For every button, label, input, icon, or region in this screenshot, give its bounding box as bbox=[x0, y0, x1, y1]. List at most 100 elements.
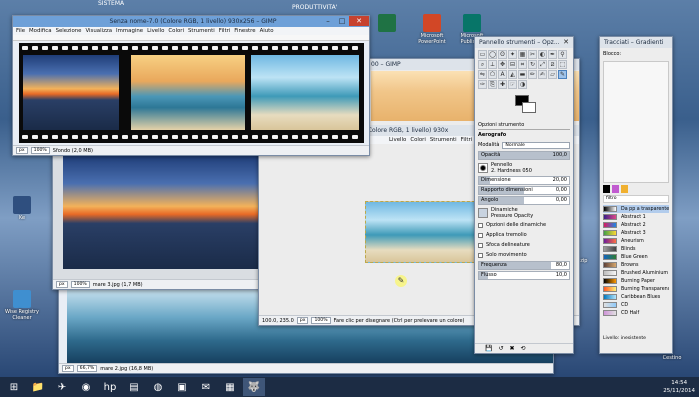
gradient-item[interactable]: Caribbean Blues bbox=[603, 293, 669, 301]
film-strip-canvas[interactable] bbox=[19, 43, 364, 143]
menu-strumenti[interactable]: Strumenti bbox=[188, 27, 215, 35]
pencil-icon[interactable]: ✏ bbox=[528, 70, 537, 79]
desktop-icon-cestino[interactable]: Cestino bbox=[650, 355, 694, 361]
flow-slider[interactable]: Flusso 10,0 bbox=[478, 271, 570, 280]
checkbox[interactable] bbox=[478, 223, 483, 228]
gradient-item[interactable]: CD Half bbox=[603, 309, 669, 317]
heal-icon[interactable]: ✚ bbox=[498, 80, 507, 89]
clone-icon[interactable]: ⎘ bbox=[488, 80, 497, 89]
flip-icon[interactable]: ⇋ bbox=[478, 70, 487, 79]
eraser-icon[interactable]: ▱ bbox=[548, 70, 557, 79]
menu-strumenti[interactable]: Strumenti bbox=[430, 136, 457, 144]
gradient-item[interactable]: Aneurism bbox=[603, 237, 669, 245]
swatch-icon[interactable] bbox=[621, 185, 628, 193]
move-icon[interactable]: ✥ bbox=[498, 60, 507, 69]
menu-finestre[interactable]: Finestre bbox=[234, 27, 255, 35]
swatch-icon[interactable] bbox=[612, 185, 619, 193]
reset-options-icon[interactable]: ⟲ bbox=[521, 345, 526, 352]
zoom-select[interactable]: 66,7% bbox=[76, 365, 98, 372]
dynamics-value[interactable]: Pressure Opacity bbox=[491, 213, 533, 219]
menu-immagine[interactable]: Immagine bbox=[116, 27, 143, 35]
gradient-item[interactable]: Abstract 1 bbox=[603, 213, 669, 221]
crop-icon[interactable]: ⌗ bbox=[518, 60, 527, 69]
rect-select-icon[interactable]: ▭ bbox=[478, 50, 487, 59]
menu-selezione[interactable]: Selezione bbox=[56, 27, 82, 35]
check-motion-only[interactable]: Solo movimento bbox=[478, 251, 570, 260]
ellipse-select-icon[interactable]: ◯ bbox=[488, 50, 497, 59]
desktop-icon-ke[interactable]: Ke bbox=[0, 196, 44, 221]
taskbar-app-icon[interactable]: ✈ bbox=[51, 378, 73, 396]
dodge-icon[interactable]: ◑ bbox=[518, 80, 527, 89]
taskbar-app-icon[interactable]: ▤ bbox=[123, 378, 145, 396]
desktop-icon-excel[interactable] bbox=[365, 14, 409, 33]
delete-options-icon[interactable]: ✖ bbox=[510, 345, 515, 352]
cage-icon[interactable]: ⬠ bbox=[488, 70, 497, 79]
check-smooth[interactable]: Sfoca delineature bbox=[478, 241, 570, 250]
smudge-icon[interactable]: ☞ bbox=[508, 80, 517, 89]
gradient-item[interactable]: Abstract 2 bbox=[603, 221, 669, 229]
zoom-icon[interactable]: ⌕ bbox=[478, 60, 487, 69]
minimize-button[interactable]: – bbox=[321, 16, 335, 26]
menu-visualizza[interactable]: Visualizza bbox=[85, 27, 112, 35]
mode-select[interactable]: Normale bbox=[502, 142, 570, 149]
menu-filtri[interactable]: Filtri bbox=[219, 27, 231, 35]
gradient-item[interactable]: Burning Transparency bbox=[603, 285, 669, 293]
size-slider[interactable]: Dimensione 20,00 bbox=[478, 176, 570, 185]
align-icon[interactable]: ⊟ bbox=[508, 60, 517, 69]
unit-select[interactable]: px bbox=[56, 281, 68, 288]
gradient-item[interactable]: Abstract 3 bbox=[603, 229, 669, 237]
checkbox[interactable] bbox=[478, 253, 483, 258]
gradient-item[interactable]: Blue Green bbox=[603, 253, 669, 261]
gradient-item[interactable]: CD bbox=[603, 301, 669, 309]
brush-value[interactable]: 2. Hardness 050 bbox=[491, 168, 532, 174]
swatch-icon[interactable] bbox=[603, 185, 610, 193]
restore-options-icon[interactable]: ↺ bbox=[498, 345, 503, 352]
ratio-slider[interactable]: Rapporto dimensioni 0,00 bbox=[478, 186, 570, 195]
gradient-item[interactable]: Brushed Aluminium bbox=[603, 269, 669, 277]
taskbar-app-icon[interactable]: ◉ bbox=[75, 378, 97, 396]
clock[interactable]: 14:54 25/11/2014 bbox=[663, 379, 695, 395]
perspective-icon[interactable]: ⬚ bbox=[558, 60, 567, 69]
brush-preview-icon[interactable] bbox=[478, 163, 488, 173]
angle-slider[interactable]: Angolo 0,00 bbox=[478, 196, 570, 205]
checkbox[interactable] bbox=[478, 233, 483, 238]
gradient-item[interactable]: Burning Paper bbox=[603, 277, 669, 285]
zoom-select[interactable]: 100% bbox=[30, 147, 50, 154]
rate-slider[interactable]: Frequenza 80,0 bbox=[478, 261, 570, 270]
dynamics-icon[interactable] bbox=[478, 208, 488, 218]
unit-select[interactable]: px bbox=[296, 317, 309, 324]
shear-icon[interactable]: ⧄ bbox=[548, 60, 557, 69]
start-button[interactable]: ⊞ bbox=[3, 378, 25, 396]
desktop-icon-wise-registry[interactable]: Wise Registry Cleaner bbox=[0, 290, 44, 321]
scissors-icon[interactable]: ✂ bbox=[528, 50, 537, 59]
menu-filtri[interactable]: Filtri bbox=[461, 136, 473, 144]
check-jitter[interactable]: Applica tremolio bbox=[478, 231, 570, 240]
fuzzy-select-icon[interactable]: ✦ bbox=[508, 50, 517, 59]
text-icon[interactable]: A bbox=[498, 70, 507, 79]
save-options-icon[interactable]: 💾 bbox=[485, 345, 492, 352]
zoom-select[interactable]: 100% bbox=[311, 317, 331, 324]
background-color[interactable] bbox=[522, 102, 536, 113]
lasso-icon[interactable]: ʘ bbox=[498, 50, 507, 59]
menu-colori[interactable]: Colori bbox=[168, 27, 184, 35]
gradient-item[interactable]: Da pp a trasparente bbox=[603, 205, 669, 213]
taskbar-app-icon[interactable]: hp bbox=[99, 378, 121, 396]
menu-modifica[interactable]: Modifica bbox=[29, 27, 52, 35]
zoom-select[interactable]: 100% bbox=[70, 281, 90, 288]
unit-select[interactable]: px bbox=[16, 147, 28, 154]
gradient-filter[interactable]: filtro bbox=[603, 195, 669, 203]
checkbox[interactable] bbox=[478, 243, 483, 248]
menu-file[interactable]: File bbox=[16, 27, 25, 35]
scale-icon[interactable]: ⤢ bbox=[538, 60, 547, 69]
bucket-icon[interactable]: ◭ bbox=[508, 70, 517, 79]
desktop-icon-powerpoint[interactable]: Microsoft PowerPoint bbox=[410, 14, 454, 45]
menu-livello[interactable]: Livello bbox=[147, 27, 164, 35]
canvas-b-wave[interactable] bbox=[365, 201, 475, 263]
menu-livello[interactable]: Livello bbox=[389, 136, 406, 144]
paintbrush-icon[interactable]: ✍ bbox=[538, 70, 547, 79]
close-button[interactable]: ✕ bbox=[349, 16, 369, 26]
paths-icon[interactable]: ✒ bbox=[548, 50, 557, 59]
rotate-icon[interactable]: ↻ bbox=[528, 60, 537, 69]
taskbar-app-icon[interactable]: ▦ bbox=[219, 378, 241, 396]
gradient-item[interactable]: Browns bbox=[603, 261, 669, 269]
